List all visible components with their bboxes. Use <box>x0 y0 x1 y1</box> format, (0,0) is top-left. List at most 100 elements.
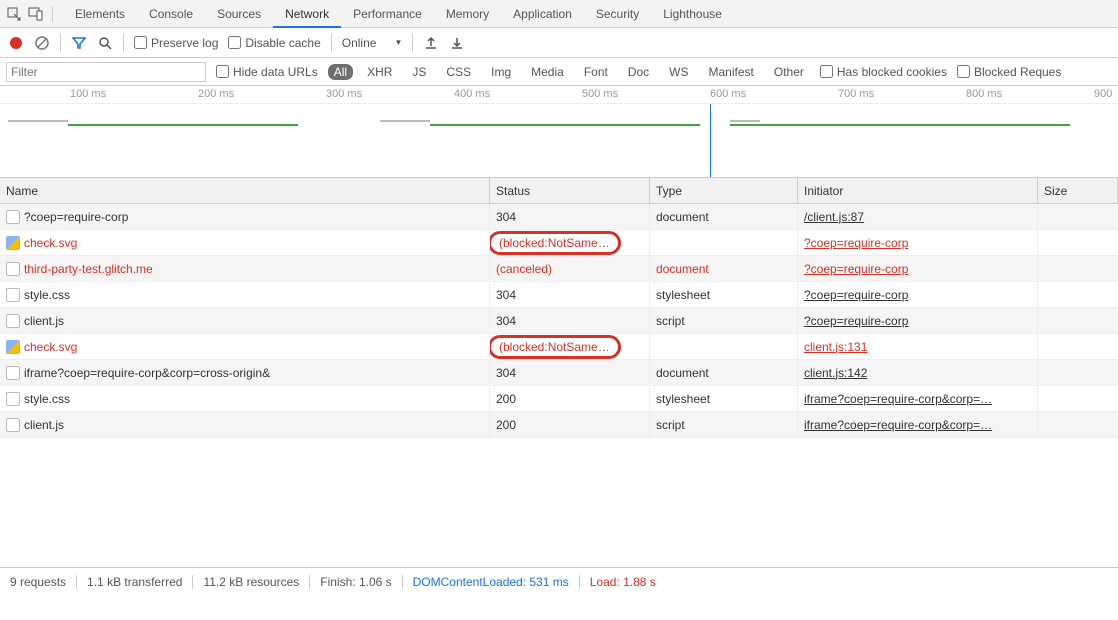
tab-memory[interactable]: Memory <box>434 0 501 28</box>
request-status: (canceled) <box>490 256 650 281</box>
blocked-requests-checkbox[interactable]: Blocked Reques <box>957 65 1061 79</box>
request-initiator[interactable]: iframe?coep=require-corp&corp=… <box>798 412 1038 437</box>
timeline-tick: 100 ms <box>70 88 106 100</box>
file-icon <box>6 366 20 380</box>
request-size <box>1038 308 1118 333</box>
filter-type-js[interactable]: JS <box>406 64 432 80</box>
tab-application[interactable]: Application <box>501 0 584 28</box>
file-icon <box>6 288 20 302</box>
filter-icon[interactable] <box>71 35 87 51</box>
request-type: stylesheet <box>650 386 798 411</box>
clear-button[interactable] <box>34 35 50 51</box>
filter-type-font[interactable]: Font <box>578 64 614 80</box>
table-row[interactable]: iframe?coep=require-corp&corp=cross-orig… <box>0 360 1118 386</box>
col-initiator[interactable]: Initiator <box>798 178 1038 203</box>
request-size <box>1038 386 1118 411</box>
table-row[interactable]: check.svg(blocked:NotSame…client.js:131 <box>0 334 1118 360</box>
col-size[interactable]: Size <box>1038 178 1118 203</box>
preserve-log-checkbox[interactable]: Preserve log <box>134 36 218 50</box>
timeline-tick: 500 ms <box>582 88 618 100</box>
request-status: 304 <box>490 282 650 307</box>
request-size <box>1038 256 1118 281</box>
requests-table: Name Status Type Initiator Size ?coep=re… <box>0 178 1118 568</box>
filter-input[interactable] <box>6 62 206 82</box>
request-type <box>650 230 798 255</box>
filter-bar: Hide data URLs All XHR JS CSS Img Media Font Do… <box>0 58 1118 86</box>
file-icon <box>6 340 20 354</box>
request-size <box>1038 204 1118 229</box>
file-icon <box>6 210 20 224</box>
filter-type-manifest[interactable]: Manifest <box>703 64 760 80</box>
tab-sources[interactable]: Sources <box>205 0 273 28</box>
table-row[interactable]: style.css200stylesheetiframe?coep=requir… <box>0 386 1118 412</box>
request-type: document <box>650 204 798 229</box>
chevron-down-icon: ▼ <box>394 38 402 47</box>
timeline-tick: 800 ms <box>966 88 1002 100</box>
filter-type-ws[interactable]: WS <box>663 64 694 80</box>
request-type <box>650 334 798 359</box>
timeline-tick: 300 ms <box>326 88 362 100</box>
upload-har-icon[interactable] <box>423 35 439 51</box>
table-row[interactable]: ?coep=require-corp304document/client.js:… <box>0 204 1118 230</box>
request-initiator[interactable]: iframe?coep=require-corp&corp=… <box>798 386 1038 411</box>
request-initiator[interactable]: /client.js:87 <box>798 204 1038 229</box>
file-icon <box>6 418 20 432</box>
filter-type-all[interactable]: All <box>328 64 353 80</box>
tab-lighthouse[interactable]: Lighthouse <box>651 0 734 28</box>
request-name: style.css <box>24 392 70 406</box>
timeline-overview[interactable]: 100 ms200 ms300 ms400 ms500 ms600 ms700 … <box>0 86 1118 178</box>
request-initiator[interactable]: ?coep=require-corp <box>798 230 1038 255</box>
request-size <box>1038 334 1118 359</box>
download-har-icon[interactable] <box>449 35 465 51</box>
status-resources: 11.2 kB resources <box>203 575 299 589</box>
timeline-tick: 200 ms <box>198 88 234 100</box>
request-name: check.svg <box>24 236 77 250</box>
status-finish: Finish: 1.06 s <box>320 575 391 589</box>
main-tabs: ElementsConsoleSourcesNetworkPerformance… <box>0 0 1118 28</box>
device-icon[interactable] <box>28 6 44 22</box>
request-initiator[interactable]: client.js:131 <box>798 334 1038 359</box>
request-type: stylesheet <box>650 282 798 307</box>
request-name: ?coep=require-corp <box>24 210 128 224</box>
filter-type-css[interactable]: CSS <box>440 64 477 80</box>
filter-type-img[interactable]: Img <box>485 64 517 80</box>
timeline-tick: 600 ms <box>710 88 746 100</box>
search-icon[interactable] <box>97 35 113 51</box>
col-status[interactable]: Status <box>490 178 650 203</box>
has-blocked-cookies-checkbox[interactable]: Has blocked cookies <box>820 65 947 79</box>
timeline-tick: 700 ms <box>838 88 874 100</box>
table-row[interactable]: client.js304script?coep=require-corp <box>0 308 1118 334</box>
filter-type-other[interactable]: Other <box>768 64 810 80</box>
tab-elements[interactable]: Elements <box>63 0 137 28</box>
table-row[interactable]: third-party-test.glitch.me(canceled)docu… <box>0 256 1118 282</box>
request-initiator[interactable]: ?coep=require-corp <box>798 308 1038 333</box>
request-status: 304 <box>490 360 650 385</box>
hide-data-urls-checkbox[interactable]: Hide data URLs <box>216 65 318 79</box>
request-initiator[interactable]: ?coep=require-corp <box>798 282 1038 307</box>
tab-console[interactable]: Console <box>137 0 205 28</box>
request-size <box>1038 412 1118 437</box>
filter-type-xhr[interactable]: XHR <box>361 64 398 80</box>
network-toolbar: Preserve log Disable cache Online▼ <box>0 28 1118 58</box>
filter-type-doc[interactable]: Doc <box>622 64 655 80</box>
table-row[interactable]: check.svg(blocked:NotSame…?coep=require-… <box>0 230 1118 256</box>
table-row[interactable]: style.css304stylesheet?coep=require-corp <box>0 282 1118 308</box>
tab-network[interactable]: Network <box>273 0 341 28</box>
request-initiator[interactable]: ?coep=require-corp <box>798 256 1038 281</box>
record-button[interactable] <box>8 35 24 51</box>
tab-security[interactable]: Security <box>584 0 651 28</box>
disable-cache-checkbox[interactable]: Disable cache <box>228 36 320 50</box>
request-status: 200 <box>490 412 650 437</box>
status-bar: 9 requests 1.1 kB transferred 11.2 kB re… <box>0 568 1118 596</box>
request-initiator[interactable]: client.js:142 <box>798 360 1038 385</box>
timeline-tick: 900 <box>1094 88 1112 100</box>
tab-performance[interactable]: Performance <box>341 0 434 28</box>
table-header: Name Status Type Initiator Size <box>0 178 1118 204</box>
filter-type-media[interactable]: Media <box>525 64 570 80</box>
col-type[interactable]: Type <box>650 178 798 203</box>
inspect-icon[interactable] <box>6 6 22 22</box>
table-row[interactable]: client.js200scriptiframe?coep=require-co… <box>0 412 1118 438</box>
status-requests: 9 requests <box>10 575 66 589</box>
throttling-select[interactable]: Online▼ <box>342 36 403 50</box>
col-name[interactable]: Name <box>0 178 490 203</box>
